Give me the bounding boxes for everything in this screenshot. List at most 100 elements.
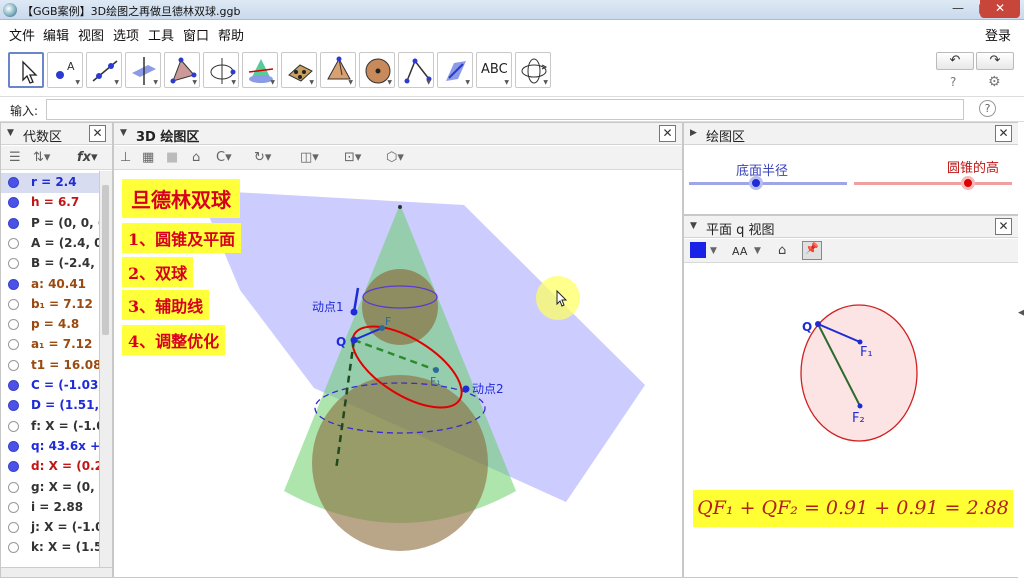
- projection-icon[interactable]: ⊡▾: [344, 150, 361, 165]
- algebra-row[interactable]: h = 6.7: [1, 193, 99, 213]
- close-window-button[interactable]: ✕: [980, 0, 1020, 18]
- algebra-row[interactable]: b₁ = 7.12: [1, 295, 99, 315]
- graphics-close-button[interactable]: ✕: [995, 125, 1012, 142]
- box-icon[interactable]: ⬡▾: [386, 150, 404, 165]
- algebra-row[interactable]: C = (-1.03,: [1, 376, 99, 396]
- menu-options[interactable]: 选项: [113, 25, 139, 44]
- algebra-row[interactable]: i = 2.88: [1, 498, 99, 518]
- rotate-icon[interactable]: ↻▾: [254, 150, 271, 165]
- algebra-row[interactable]: q: 43.6x +: [1, 437, 99, 457]
- menu-window[interactable]: 窗口: [183, 25, 209, 44]
- algebra-close-button[interactable]: ✕: [89, 125, 106, 142]
- visibility-toggle[interactable]: [8, 278, 19, 290]
- slider-radius-knob[interactable]: [748, 176, 763, 190]
- intersect-tool-button[interactable]: ▼: [242, 52, 278, 88]
- visibility-toggle[interactable]: [8, 440, 19, 452]
- algebra-row[interactable]: a₁ = 7.12: [1, 335, 99, 355]
- visibility-toggle[interactable]: [8, 542, 19, 554]
- input-help-icon[interactable]: ?: [979, 100, 996, 117]
- help-icon[interactable]: ?: [950, 75, 956, 89]
- algebra-row[interactable]: A = (2.4, 0: [1, 234, 99, 254]
- algebra-row[interactable]: f: X = (-1.0: [1, 417, 99, 437]
- visibility-toggle[interactable]: [8, 319, 19, 331]
- step-1-label[interactable]: 1、圆锥及平面: [122, 223, 242, 253]
- moving-point-2[interactable]: [462, 385, 470, 393]
- collapse-arrow-icon[interactable]: ▼: [120, 128, 127, 138]
- undo-button[interactable]: ↶: [936, 52, 974, 70]
- sphere-tool-button[interactable]: ▼: [359, 52, 395, 88]
- angle-tool-button[interactable]: ▼: [398, 52, 434, 88]
- algebra-row[interactable]: t1 = 16.08: [1, 356, 99, 376]
- font-size-icon[interactable]: AA: [732, 245, 747, 258]
- expand-arrow-icon[interactable]: ▶: [690, 128, 697, 138]
- point-f1[interactable]: [433, 367, 439, 373]
- reflect-tool-button[interactable]: ▼: [437, 52, 473, 88]
- grid-icon[interactable]: ▦: [142, 150, 154, 165]
- slider-height-track[interactable]: [854, 176, 1012, 190]
- visibility-toggle[interactable]: [8, 359, 19, 371]
- algebra-row[interactable]: d: X = (0.2: [1, 457, 99, 477]
- visibility-toggle[interactable]: [8, 420, 19, 432]
- algebra-row[interactable]: r = 2.4: [1, 173, 99, 193]
- home-icon[interactable]: ⌂: [778, 243, 786, 258]
- plane-icon[interactable]: ■: [166, 150, 178, 165]
- visibility-toggle[interactable]: [8, 400, 19, 412]
- visibility-toggle[interactable]: [8, 501, 19, 513]
- point-f1[interactable]: [857, 339, 863, 345]
- input-field[interactable]: [46, 99, 964, 120]
- planeview-close-button[interactable]: ✕: [995, 218, 1012, 235]
- rotate-view-tool-button[interactable]: ▼: [515, 52, 551, 88]
- point-tool-button[interactable]: A ▼: [47, 52, 83, 88]
- cube-view-icon[interactable]: ◫▾: [300, 150, 319, 165]
- pyramid-tool-button[interactable]: ▼: [320, 52, 356, 88]
- step-2-label[interactable]: 2、双球: [122, 257, 194, 287]
- minimize-button[interactable]: —: [945, 0, 971, 18]
- gear-icon[interactable]: ⚙: [988, 74, 1001, 90]
- pin-icon[interactable]: 📌: [802, 241, 822, 260]
- clipping-icon[interactable]: C▾: [216, 150, 232, 165]
- visibility-toggle[interactable]: [8, 522, 19, 534]
- scrollbar-thumb[interactable]: [102, 185, 109, 335]
- algebra-row[interactable]: P = (0, 0, 6: [1, 214, 99, 234]
- menu-view[interactable]: 视图: [78, 25, 104, 44]
- axes-icon[interactable]: ⊥: [120, 150, 131, 165]
- menu-edit[interactable]: 编辑: [43, 25, 69, 44]
- circle-axis-tool-button[interactable]: ▼: [203, 52, 239, 88]
- visibility-toggle[interactable]: [8, 177, 19, 188]
- polygon-tool-button[interactable]: ▼: [164, 52, 200, 88]
- visibility-toggle[interactable]: [8, 258, 19, 270]
- menu-file[interactable]: 文件: [9, 25, 35, 44]
- show-auxiliary-icon[interactable]: ☰: [9, 150, 21, 165]
- move-tool-button[interactable]: [8, 52, 44, 88]
- point-f2[interactable]: [857, 403, 863, 409]
- slider-radius-track[interactable]: [689, 176, 847, 190]
- fx-icon[interactable]: fx▾: [77, 150, 98, 165]
- collapse-arrow-icon[interactable]: ▼: [7, 128, 14, 138]
- net-tool-button[interactable]: ▼: [281, 52, 317, 88]
- right-edge-collapse[interactable]: ◀: [1018, 122, 1024, 578]
- algebra-row[interactable]: j: X = (-1.0: [1, 518, 99, 538]
- visibility-toggle[interactable]: [8, 461, 19, 473]
- algebra-row[interactable]: k: X = (1.5: [1, 538, 99, 558]
- algebra-hscrollbar[interactable]: [1, 567, 112, 577]
- algebra-row[interactable]: p = 4.8: [1, 315, 99, 335]
- algebra-row[interactable]: B = (-2.4, (: [1, 254, 99, 274]
- sort-icon[interactable]: ⇅▾: [33, 150, 50, 165]
- color-swatch[interactable]: [690, 242, 706, 258]
- redo-button[interactable]: ↷: [976, 52, 1014, 70]
- slider-height-knob[interactable]: [960, 176, 975, 190]
- visibility-toggle[interactable]: [8, 197, 19, 209]
- visibility-toggle[interactable]: [8, 298, 19, 310]
- algebra-scrollbar[interactable]: [99, 171, 112, 567]
- moving-point-1[interactable]: [350, 308, 358, 316]
- visibility-toggle[interactable]: [8, 217, 19, 229]
- line-tool-button[interactable]: ▼: [86, 52, 122, 88]
- algebra-row[interactable]: a: 40.41: [1, 275, 99, 295]
- perpendicular-tool-button[interactable]: ▼: [125, 52, 161, 88]
- algebra-row[interactable]: D = (1.51,: [1, 396, 99, 416]
- visibility-toggle[interactable]: [8, 339, 19, 351]
- algebra-row[interactable]: g: X = (0, (: [1, 478, 99, 498]
- text-tool-button[interactable]: ABC ▼: [476, 52, 512, 88]
- visibility-toggle[interactable]: [8, 481, 19, 493]
- point-q[interactable]: [350, 336, 358, 344]
